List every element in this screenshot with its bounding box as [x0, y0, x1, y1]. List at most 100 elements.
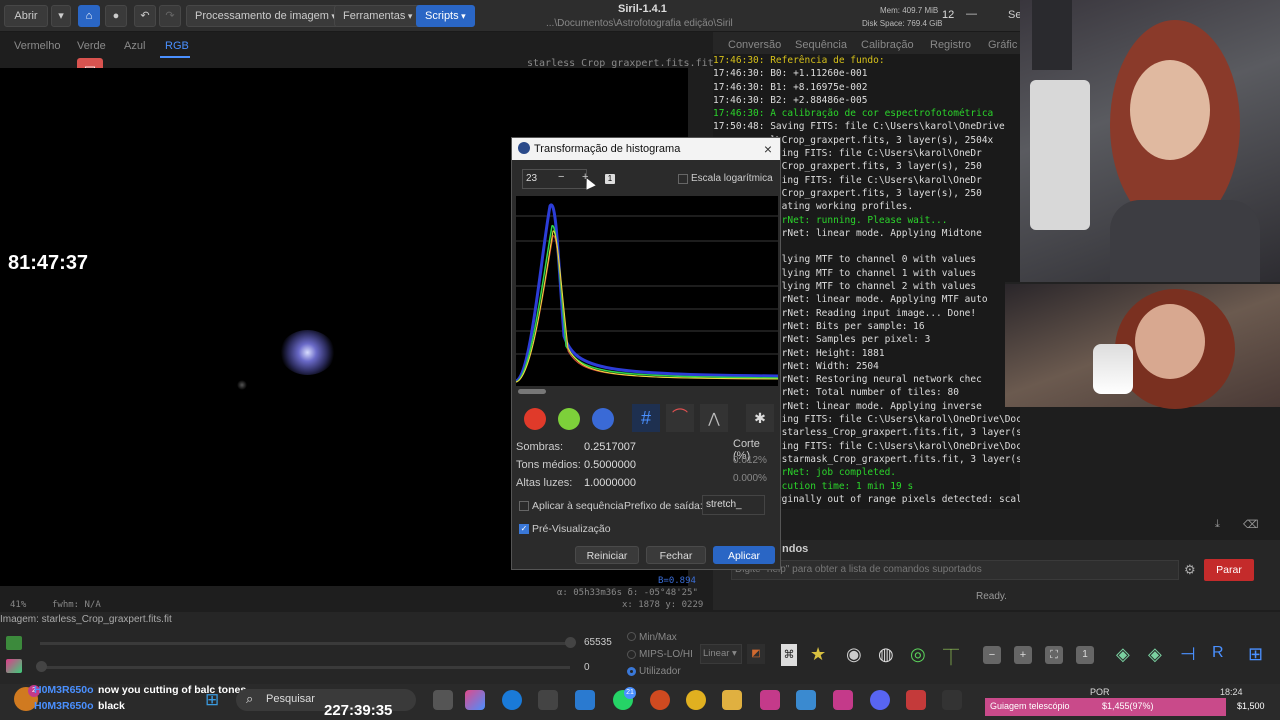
- settings-app-icon[interactable]: [575, 690, 595, 710]
- app-icon-blue[interactable]: [796, 690, 816, 710]
- rotate-right-icon[interactable]: ◈: [1148, 644, 1162, 665]
- memory-usage: Mem: 409.7 MiB: [880, 6, 939, 15]
- apply-sequence-checkbox[interactable]: [519, 501, 529, 511]
- command-input[interactable]: Digite "help" para obter a lista de coma…: [731, 560, 1179, 580]
- zoom-out-icon[interactable]: −: [983, 646, 1001, 664]
- shadows-value[interactable]: 0.2517007: [584, 441, 636, 453]
- crop-icon[interactable]: ⊞: [1248, 644, 1263, 665]
- undo-icon[interactable]: ↶: [134, 5, 156, 27]
- store-icon[interactable]: [538, 690, 558, 710]
- log-scale-checkbox[interactable]: [678, 174, 688, 184]
- zoom-value: 23: [526, 173, 538, 184]
- radio-mips[interactable]: [627, 650, 636, 659]
- target-icon[interactable]: ◎: [910, 644, 926, 665]
- opera-icon[interactable]: [650, 690, 670, 710]
- stop-button[interactable]: Parar: [1204, 559, 1254, 581]
- open-menu-chevron-icon[interactable]: ▾: [51, 5, 71, 27]
- close-button[interactable]: Fechar: [646, 546, 706, 564]
- histogram-plot[interactable]: [516, 196, 778, 386]
- tab-conversion[interactable]: Conversão: [728, 39, 781, 51]
- blue-channel-icon[interactable]: [592, 408, 614, 430]
- task-view-icon[interactable]: [433, 690, 453, 710]
- zoom-fit-icon[interactable]: ⛶: [1045, 646, 1063, 664]
- prefix-input[interactable]: stretch_: [702, 495, 765, 515]
- scripts-menu[interactable]: Scripts: [416, 5, 475, 27]
- tab-calibration[interactable]: Calibração: [861, 39, 914, 51]
- grid-icon[interactable]: #: [632, 404, 660, 432]
- auto-stretch-icon[interactable]: ✱: [746, 404, 774, 432]
- tab-rgb[interactable]: RGB: [165, 40, 189, 52]
- chrome-icon[interactable]: [686, 690, 706, 710]
- midtones-value[interactable]: 0.5000000: [584, 459, 636, 471]
- tab-graph[interactable]: Gráfic: [988, 39, 1017, 51]
- app-icon-pink-2[interactable]: [833, 690, 853, 710]
- record-icon[interactable]: ●: [105, 5, 127, 27]
- language-indicator[interactable]: POR: [1090, 687, 1110, 697]
- histogram-scrollbar[interactable]: [518, 389, 546, 394]
- photometry-icon[interactable]: ◉: [846, 644, 862, 665]
- app-icon-pink[interactable]: [760, 690, 780, 710]
- tab-red[interactable]: Vermelho: [14, 40, 60, 52]
- star-detection-icon[interactable]: ★: [810, 644, 826, 665]
- discord-icon[interactable]: [870, 690, 890, 710]
- mirror-y-icon[interactable]: R: [1212, 644, 1224, 662]
- tools-menu[interactable]: Ferramentas: [334, 5, 422, 27]
- zoom-out-button[interactable]: −: [558, 171, 564, 183]
- clear-log-icon[interactable]: ⌫: [1243, 518, 1259, 531]
- image-info-icon[interactable]: ⌘: [781, 644, 797, 666]
- tab-blue[interactable]: Azul: [124, 40, 145, 52]
- display-mode-select[interactable]: Linear ▾: [700, 644, 742, 664]
- zoom-100-icon[interactable]: 1: [1076, 646, 1094, 664]
- red-channel-icon[interactable]: [524, 408, 546, 430]
- max-slider[interactable]: [40, 642, 570, 645]
- close-icon[interactable]: ×: [764, 138, 772, 160]
- zoom-reset-icon[interactable]: 1: [605, 174, 615, 184]
- console-line: 17:46:30: B2: +2.88486e-005: [713, 94, 868, 106]
- tab-rgb-indicator: [160, 56, 190, 58]
- mug: [1093, 344, 1133, 394]
- fits-viewer-icon[interactable]: [906, 690, 926, 710]
- max-slider-handle[interactable]: [565, 637, 576, 648]
- mirror-x-icon[interactable]: ⊣: [1180, 644, 1196, 665]
- image-processing-menu[interactable]: Processamento de imagem: [186, 5, 345, 27]
- radio-user[interactable]: [627, 667, 636, 676]
- display-mode-value: Linear: [703, 648, 730, 659]
- zoom-input[interactable]: 23: [522, 169, 587, 189]
- radio-minmax[interactable]: [627, 632, 636, 641]
- compass-icon[interactable]: ⏉: [943, 644, 959, 668]
- file-explorer-icon[interactable]: [722, 690, 742, 710]
- rotate-left-icon[interactable]: ◈: [1116, 644, 1130, 665]
- windows-start-icon[interactable]: ⊞: [205, 690, 219, 710]
- command-settings-icon[interactable]: ⚙: [1184, 562, 1196, 578]
- green-channel-icon[interactable]: [558, 408, 580, 430]
- save-log-icon[interactable]: ⤓: [1215, 518, 1220, 531]
- zoom-in-icon[interactable]: +: [1014, 646, 1032, 664]
- reset-button[interactable]: Reiniciar: [575, 546, 639, 564]
- color-mode-icon[interactable]: [6, 659, 22, 673]
- copilot-icon[interactable]: [465, 690, 485, 710]
- home-icon[interactable]: ⌂: [78, 5, 100, 27]
- max-value[interactable]: 65535: [584, 637, 612, 648]
- apply-button[interactable]: Aplicar: [713, 546, 775, 564]
- tab-sequence[interactable]: Sequência: [795, 39, 847, 51]
- min-value[interactable]: 0: [584, 662, 590, 673]
- false-color-icon[interactable]: ◩: [747, 644, 765, 664]
- highlights-value[interactable]: 1.0000000: [584, 477, 636, 489]
- redo-icon[interactable]: ↷: [159, 5, 181, 27]
- terminal-icon[interactable]: [942, 690, 962, 710]
- edge-icon[interactable]: [502, 690, 522, 710]
- tools-label: Ferramentas: [343, 10, 406, 22]
- clock[interactable]: 18:24: [1220, 687, 1243, 697]
- curve-icon[interactable]: ⌒: [666, 404, 694, 432]
- min-slider-handle[interactable]: [36, 661, 47, 672]
- open-button[interactable]: Abrir: [4, 5, 48, 27]
- screenshot-icon[interactable]: [6, 636, 22, 650]
- preview-checkbox[interactable]: ✓: [519, 524, 529, 534]
- globe-icon[interactable]: ◍: [878, 644, 894, 665]
- histogram-icon[interactable]: ⋀: [700, 404, 728, 432]
- tab-registration[interactable]: Registro: [930, 39, 971, 51]
- min-slider[interactable]: [40, 666, 570, 669]
- tab-green[interactable]: Verde: [77, 40, 106, 52]
- minimize-button[interactable]: —: [966, 8, 977, 20]
- thread-count[interactable]: 12: [942, 9, 954, 21]
